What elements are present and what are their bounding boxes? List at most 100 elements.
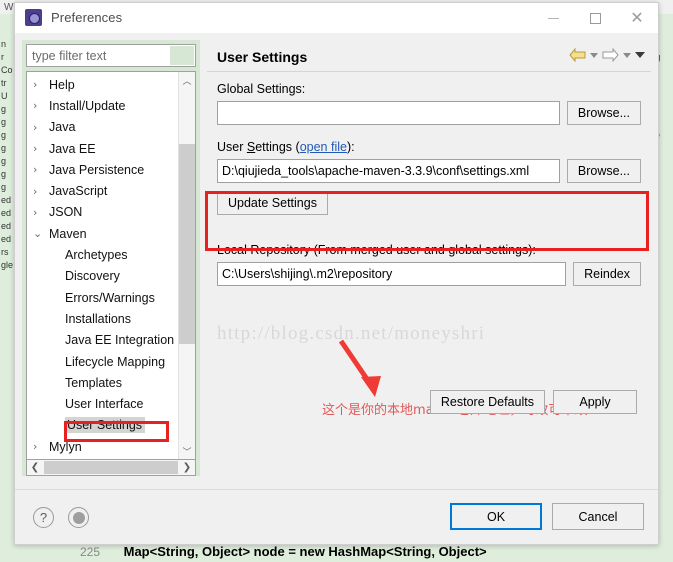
- filter-input[interactable]: type filter text: [26, 44, 196, 67]
- user-settings-label: User Settings (open file):: [217, 140, 355, 154]
- preferences-tree: › Help › Install/Update › Java › Java EE › Java P…: [26, 71, 196, 460]
- open-file-link[interactable]: open file: [300, 140, 347, 154]
- local-repository-row: C:\Users\shijing\.m2\repository Reindex: [217, 262, 641, 286]
- page-action-buttons: Restore Defaults Apply: [429, 390, 637, 414]
- forward-arrow-icon[interactable]: [602, 48, 619, 62]
- sidebar-item-label: Java Persistence: [49, 162, 145, 177]
- global-settings-label: Global Settings:: [217, 82, 306, 96]
- page-navigation: [569, 48, 645, 62]
- sidebar-item-label: JavaScript: [49, 184, 108, 199]
- sidebar-item-javascript[interactable]: › JavaScript: [27, 180, 178, 201]
- sidebar-item-lifecycle-mapping[interactable]: Lifecycle Mapping: [27, 351, 178, 372]
- sidebar-item-user-settings[interactable]: User Settings: [27, 415, 178, 436]
- sidebar-item-java-ee[interactable]: › Java EE: [27, 138, 178, 159]
- help-icon[interactable]: ?: [33, 507, 54, 528]
- local-repository-label: Local Repository (From merged user and g…: [217, 243, 536, 257]
- forward-history-dropdown-icon[interactable]: [623, 52, 631, 58]
- restore-defaults-button[interactable]: Restore Defaults: [429, 390, 545, 414]
- chevron-right-icon[interactable]: ›: [33, 78, 49, 91]
- filter-placeholder: type filter text: [32, 48, 107, 63]
- tree-horizontal-scrollbar[interactable]: ❮ ❯: [26, 460, 196, 476]
- sidebar-item-label: Discovery: [65, 269, 120, 284]
- page-menu-dropdown-icon[interactable]: [635, 52, 645, 58]
- dialog-button-divider: [15, 489, 658, 490]
- minimize-button[interactable]: [532, 3, 574, 33]
- status-indicator-icon[interactable]: [68, 507, 89, 528]
- scroll-left-icon[interactable]: ❮: [27, 461, 43, 475]
- settings-form: Global Settings: Browse... User Settings…: [205, 82, 649, 418]
- tree-vertical-scrollbar[interactable]: ︿ ﹀: [178, 72, 195, 459]
- chevron-right-icon[interactable]: ›: [33, 163, 49, 176]
- sidebar-item-json[interactable]: › JSON: [27, 202, 178, 223]
- chevron-right-icon[interactable]: ›: [33, 142, 49, 155]
- sidebar-item-mylyn[interactable]: › Mylyn: [27, 436, 178, 457]
- window-controls: ✕: [532, 3, 658, 33]
- sidebar-item-label: User Settings: [65, 417, 146, 434]
- user-settings-row: D:\qiujieda_tools\apache-maven-3.3.9\con…: [217, 159, 641, 183]
- sidebar-item-label: Install/Update: [49, 98, 126, 113]
- global-settings-input[interactable]: [217, 101, 560, 125]
- update-settings-button[interactable]: Update Settings: [217, 191, 328, 215]
- sidebar-item-label: Errors/Warnings: [65, 290, 155, 305]
- preferences-tree-pane: type filter text › Help › Install/Update › Ja…: [22, 40, 200, 476]
- scroll-right-icon[interactable]: ❯: [179, 461, 195, 475]
- preferences-dialog: Preferences ✕ type filter text › Help › Ins…: [14, 2, 659, 545]
- back-arrow-icon[interactable]: [569, 48, 586, 62]
- tree-horizontal-scroll-thumb[interactable]: [44, 461, 178, 474]
- user-settings-input[interactable]: D:\qiujieda_tools\apache-maven-3.3.9\con…: [217, 159, 560, 183]
- sidebar-item-help[interactable]: › Help: [27, 74, 178, 95]
- back-history-dropdown-icon[interactable]: [590, 52, 598, 58]
- user-settings-browse-button[interactable]: Browse...: [566, 159, 641, 183]
- sidebar-item-archetypes[interactable]: Archetypes: [27, 244, 178, 265]
- sidebar-item-java-ee-integration[interactable]: Java EE Integration: [27, 330, 178, 351]
- chevron-right-icon[interactable]: ›: [33, 440, 49, 453]
- sidebar-item-label: Java EE Integration: [65, 333, 175, 348]
- reindex-button[interactable]: Reindex: [573, 262, 641, 286]
- dialog-left-icons: ?: [33, 507, 89, 528]
- chevron-right-icon[interactable]: ›: [33, 121, 49, 134]
- chevron-right-icon[interactable]: ›: [33, 99, 49, 112]
- global-settings-browse-button[interactable]: Browse...: [566, 101, 641, 125]
- sidebar-item-user-interface[interactable]: User Interface: [27, 393, 178, 414]
- close-button[interactable]: ✕: [616, 3, 658, 33]
- ok-button[interactable]: OK: [450, 503, 542, 530]
- sidebar-item-label: Maven: [49, 226, 87, 241]
- dialog-titlebar: Preferences ✕: [15, 3, 658, 33]
- sidebar-item-java[interactable]: › Java: [27, 117, 178, 138]
- settings-page-pane: User Settings Global Settings: Browse...…: [205, 40, 651, 476]
- sidebar-item-maven[interactable]: ⌄ Maven: [27, 223, 178, 244]
- scroll-down-icon[interactable]: ﹀: [179, 443, 195, 459]
- sidebar-item-label: Help: [49, 77, 75, 92]
- preferences-app-icon: [25, 9, 42, 26]
- sidebar-item-label: Java EE: [49, 141, 96, 156]
- sidebar-item-installations[interactable]: Installations: [27, 308, 178, 329]
- dialog-title: Preferences: [51, 10, 123, 25]
- sidebar-item-label: JSON: [49, 205, 83, 220]
- local-repository-input[interactable]: C:\Users\shijing\.m2\repository: [217, 262, 567, 286]
- sidebar-item-errors-warnings[interactable]: Errors/Warnings: [27, 287, 178, 308]
- sidebar-item-java-persistence[interactable]: › Java Persistence: [27, 159, 178, 180]
- sidebar-item-install-update[interactable]: › Install/Update: [27, 95, 178, 116]
- background-code-text: Map<String, Object> node = new HashMap<S…: [123, 544, 487, 559]
- sidebar-item-label: User Interface: [65, 397, 144, 412]
- chevron-right-icon[interactable]: ›: [33, 185, 49, 198]
- preferences-tree-list: › Help › Install/Update › Java › Java EE › Java P…: [27, 72, 178, 459]
- cancel-button[interactable]: Cancel: [552, 503, 644, 530]
- sidebar-item-templates[interactable]: Templates: [27, 372, 178, 393]
- chevron-right-icon[interactable]: ›: [33, 206, 49, 219]
- page-title-divider: [207, 71, 651, 72]
- maximize-button[interactable]: [574, 3, 616, 33]
- sidebar-item-label: Mylyn: [49, 439, 82, 454]
- chevron-down-icon[interactable]: ⌄: [33, 227, 49, 240]
- tree-vertical-scroll-thumb[interactable]: [179, 144, 195, 344]
- sidebar-item-label: Templates: [65, 375, 122, 390]
- sidebar-item-label: Java: [49, 120, 76, 135]
- sidebar-item-discovery[interactable]: Discovery: [27, 266, 178, 287]
- sidebar-item-oomph[interactable]: ›Oomph: [27, 457, 178, 459]
- dialog-buttons: OK Cancel: [450, 503, 644, 530]
- sidebar-item-label: Lifecycle Mapping: [65, 354, 166, 369]
- sidebar-item-label: Archetypes: [65, 248, 128, 263]
- annotation-arrow-icon: [335, 337, 393, 404]
- scroll-up-icon[interactable]: ︿: [179, 72, 195, 88]
- apply-button[interactable]: Apply: [553, 390, 637, 414]
